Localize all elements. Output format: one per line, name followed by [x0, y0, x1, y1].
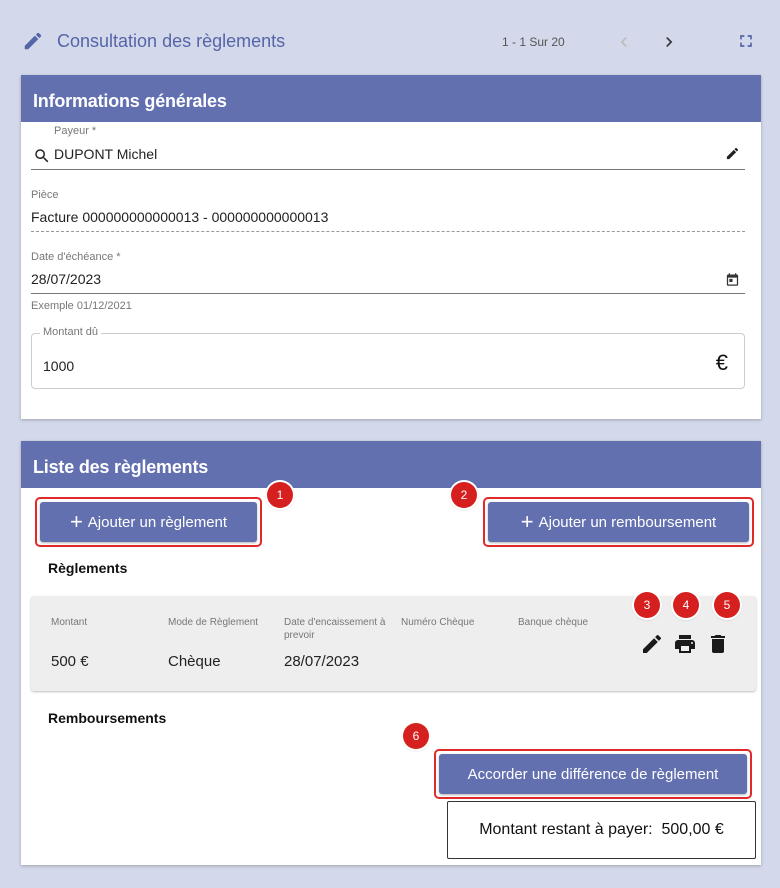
add-reglement-button[interactable]: + Ajouter un règlement	[40, 502, 257, 542]
montant-du-label: Montant dû	[40, 326, 102, 338]
general-info-card: Informations générales Payeur * DUPONT M…	[21, 75, 761, 419]
page-title: Consultation des règlements	[57, 31, 286, 51]
col-mode-header: Mode de Règlement	[168, 617, 259, 628]
payeur-input[interactable]: DUPONT Michel	[54, 146, 157, 162]
delete-icon[interactable]	[706, 632, 730, 661]
payeur-underline	[31, 169, 745, 170]
payments-list-card: Liste des règlements + Ajouter un règlem…	[21, 441, 761, 865]
montant-restant-text: Montant restant à payer: 500,00 €	[479, 821, 724, 838]
badge-1: 1	[267, 482, 293, 508]
col-banque-header: Banque chèque	[518, 617, 589, 628]
add-remboursement-button[interactable]: + Ajouter un remboursement	[488, 502, 749, 542]
general-info-header: Informations générales	[21, 75, 761, 122]
payments-list-header: Liste des règlements	[21, 441, 761, 488]
badge-2: 2	[451, 482, 477, 508]
euro-icon: €	[715, 350, 728, 375]
plus-icon: +	[520, 509, 534, 534]
edit-icon	[22, 30, 44, 57]
date-echeance-label: Date d'échéance *	[31, 251, 121, 263]
reglements-section-title: Règlements	[48, 560, 128, 576]
piece-value: Facture 000000000000013 - 00000000000001…	[31, 209, 329, 225]
badge-5: 5	[714, 592, 740, 618]
cell-date: 28/07/2023	[284, 653, 360, 670]
print-icon[interactable]	[673, 632, 697, 661]
pager-text: 1 - 1 Sur 20	[502, 35, 565, 49]
piece-label: Pièce	[31, 189, 59, 201]
chevron-left-icon[interactable]	[614, 32, 634, 57]
fullscreen-icon[interactable]	[736, 31, 756, 56]
plus-icon: +	[69, 509, 83, 534]
cell-mode: Chèque	[168, 653, 221, 670]
montant-du-value[interactable]: 1000	[43, 358, 74, 374]
montant-restant-box: Montant restant à payer: 500,00 €	[447, 801, 756, 859]
add-remboursement-label: Ajouter un remboursement	[538, 513, 717, 531]
edit-payeur-icon[interactable]	[725, 146, 740, 166]
montant-du-field[interactable]: Montant dû 1000 €	[31, 326, 745, 389]
top-bar: Consultation des règlements 1 - 1 Sur 20	[0, 0, 780, 72]
add-reglement-label: Ajouter un règlement	[87, 513, 228, 531]
col-numero-header: Numéro Chèque	[401, 617, 475, 628]
remboursements-section-title: Remboursements	[48, 710, 167, 726]
edit-row-icon[interactable]	[640, 632, 664, 661]
calendar-icon[interactable]	[725, 272, 740, 292]
search-icon[interactable]	[33, 147, 51, 170]
cell-montant: 500 €	[51, 653, 89, 670]
col-montant-header: Montant	[51, 617, 88, 628]
chevron-right-icon[interactable]	[659, 32, 679, 57]
col-date-header: Date d'encaissement à prevoir	[284, 617, 386, 641]
accorder-difference-label: Accorder une différence de règlement	[467, 765, 719, 783]
date-hint: Exemple 01/12/2021	[31, 300, 132, 312]
badge-3: 3	[634, 592, 660, 618]
date-echeance-underline	[31, 293, 745, 294]
payeur-label: Payeur *	[54, 125, 97, 137]
badge-6: 6	[403, 723, 429, 749]
badge-4: 4	[673, 592, 699, 618]
date-echeance-input[interactable]: 28/07/2023	[31, 271, 101, 287]
piece-underline	[31, 231, 745, 232]
accorder-difference-button[interactable]: Accorder une différence de règlement	[439, 754, 747, 794]
